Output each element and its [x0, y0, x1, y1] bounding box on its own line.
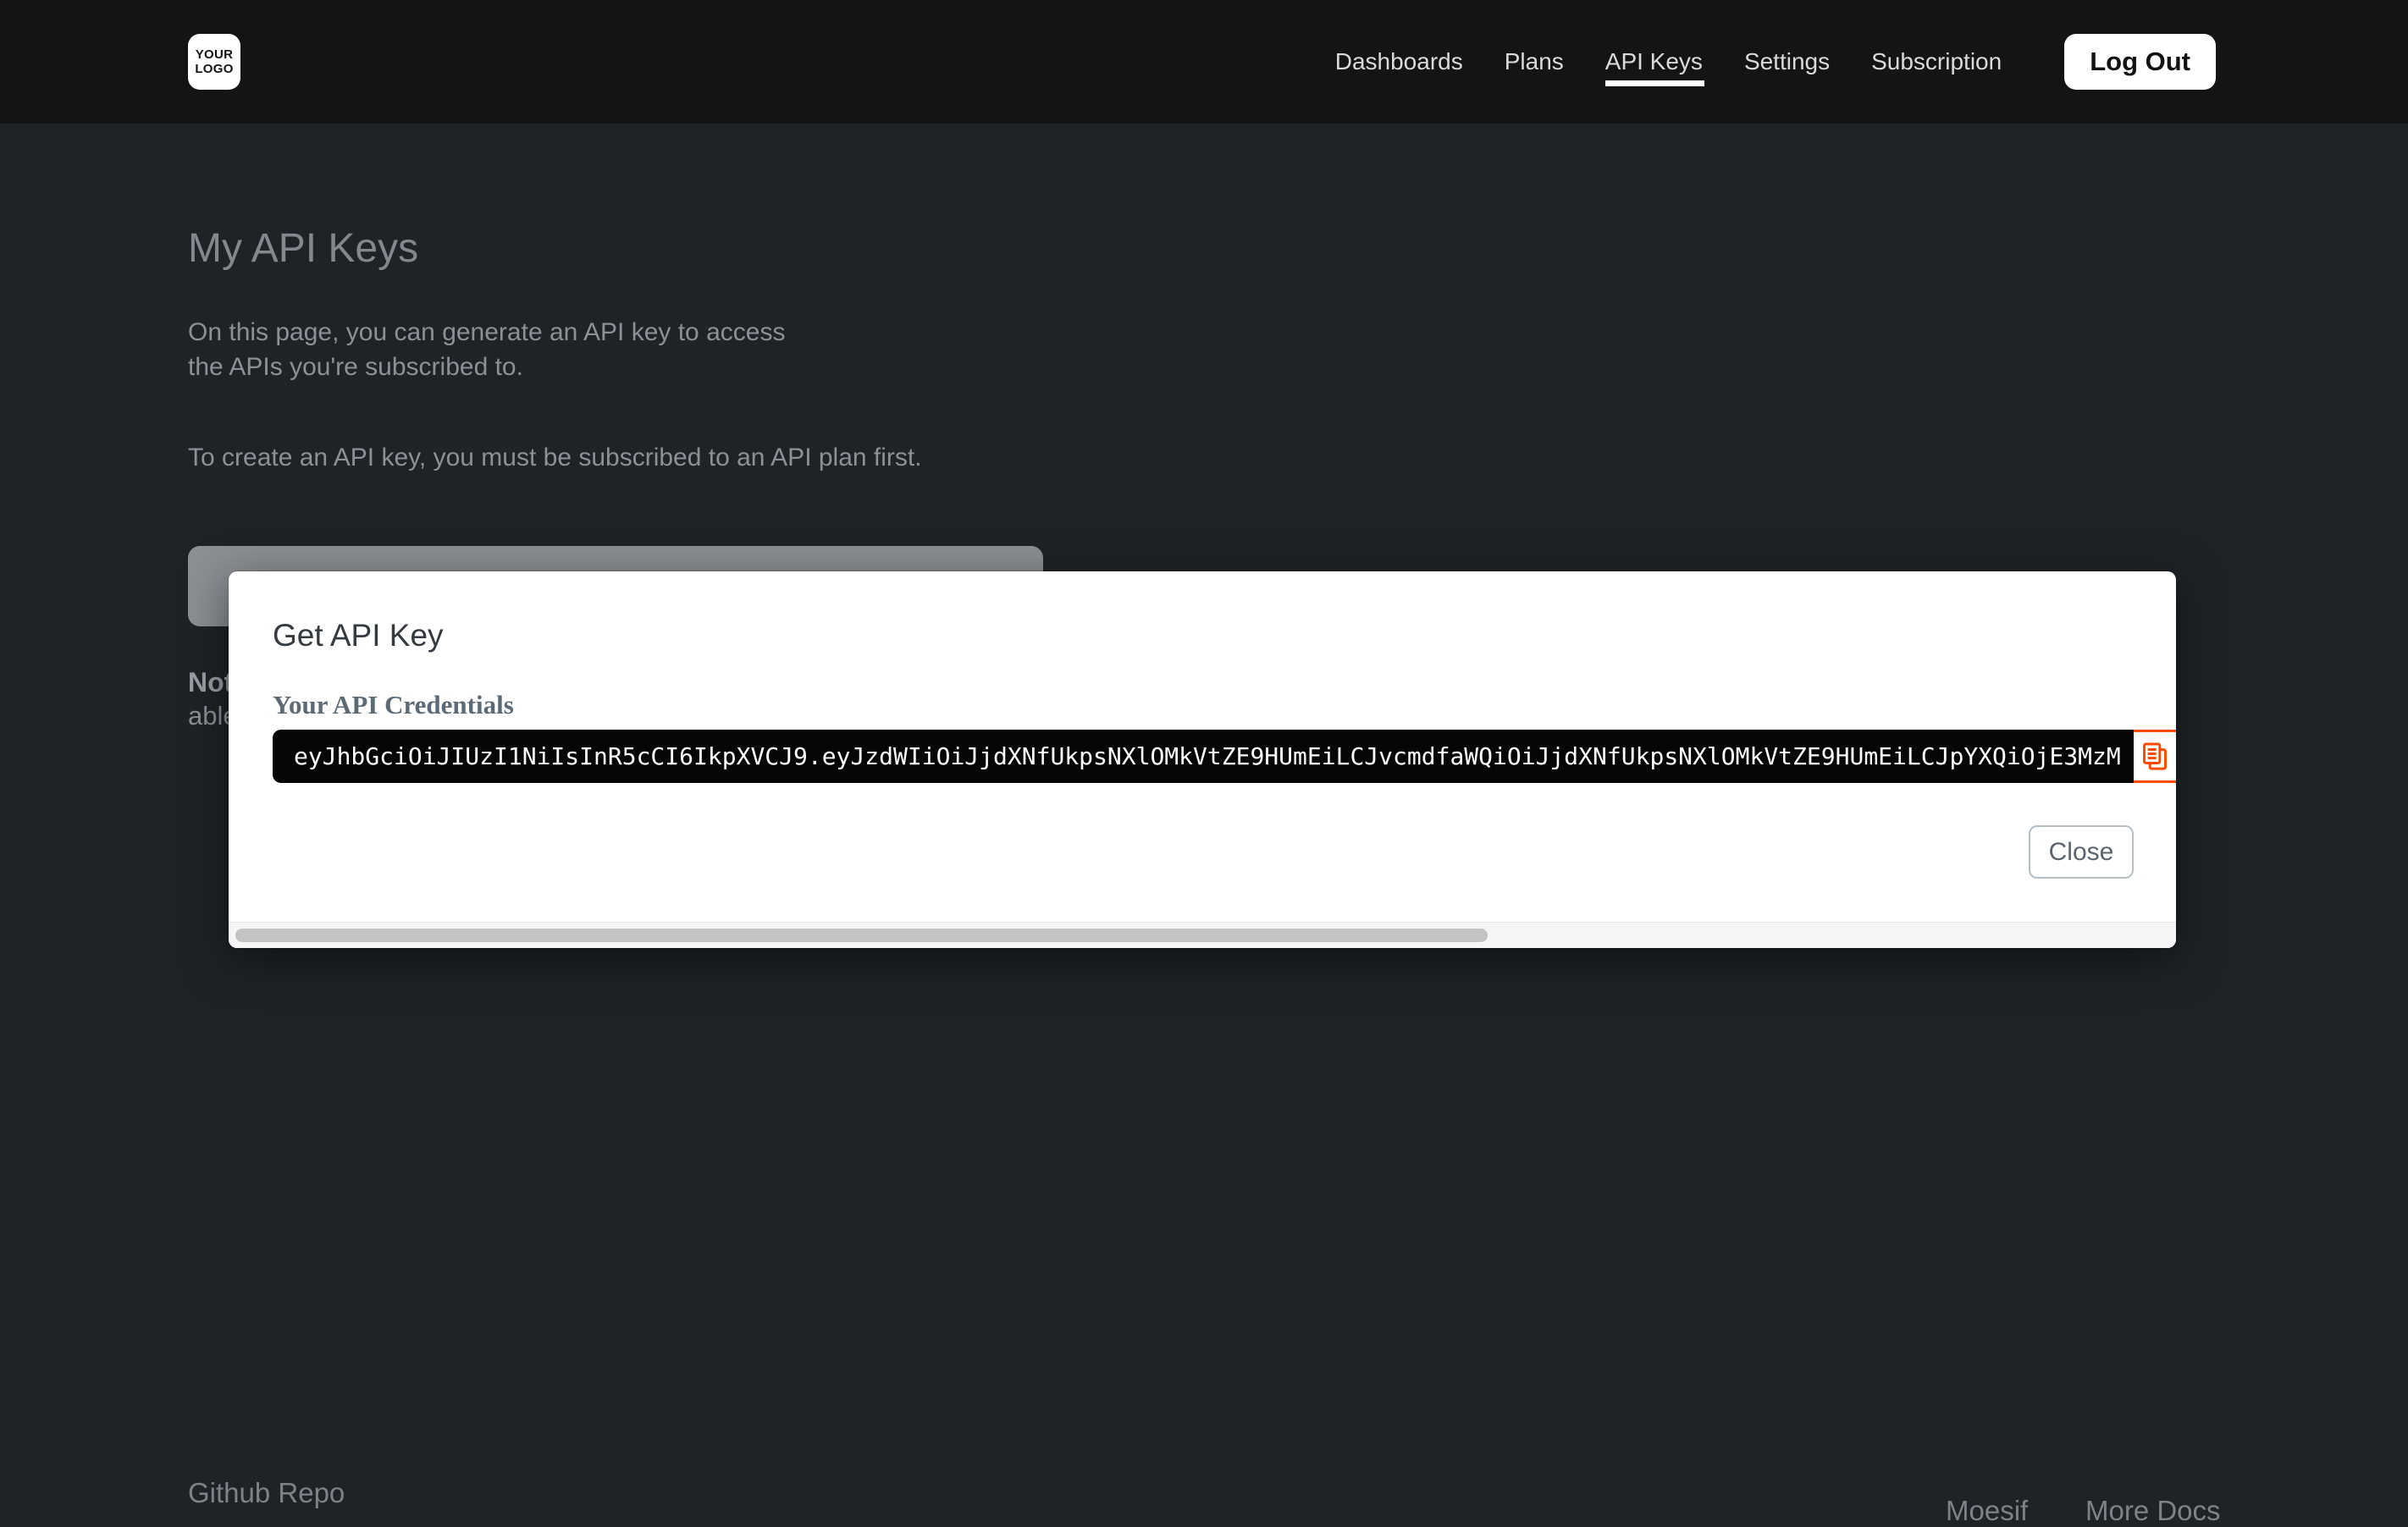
- api-key-value[interactable]: eyJhbGciOiJIUzI1NiIsInR5cCI6IkpXVCJ9.eyJ…: [273, 730, 2134, 783]
- copy-icon: [2138, 739, 2172, 775]
- nav-links: Dashboards Plans API Keys Settings Subsc…: [1335, 34, 2216, 90]
- horizontal-scrollbar-thumb[interactable]: [235, 929, 1488, 942]
- nav-item-subscription[interactable]: Subscription: [1871, 48, 2002, 75]
- covered-note-line1: Not: [188, 667, 233, 698]
- nav-item-dashboards[interactable]: Dashboards: [1335, 48, 1463, 75]
- intro-text: On this page, you can generate an API ke…: [188, 315, 785, 384]
- brand-logo-line1: YOUR: [196, 47, 234, 62]
- modal-title: Get API Key: [273, 619, 444, 653]
- top-navbar: YOUR LOGO Dashboards Plans API Keys Sett…: [0, 0, 2408, 124]
- page-title: My API Keys: [188, 225, 418, 273]
- api-credentials-label: Your API Credentials: [273, 690, 514, 720]
- api-key-row: eyJhbGciOiJIUzI1NiIsInR5cCI6IkpXVCJ9.eyJ…: [273, 730, 2176, 783]
- intro-text-line2: the APIs you're subscribed to.: [188, 350, 785, 384]
- copy-api-key-button[interactable]: [2134, 730, 2176, 783]
- nav-item-plans[interactable]: Plans: [1505, 48, 1564, 75]
- footer-link-more-docs[interactable]: More Docs: [2085, 1495, 2221, 1527]
- nav-item-api-keys[interactable]: API Keys: [1605, 48, 1703, 75]
- brand-logo[interactable]: YOUR LOGO: [188, 34, 240, 90]
- nav-item-settings[interactable]: Settings: [1744, 48, 1830, 75]
- brand-logo-line2: LOGO: [195, 62, 233, 76]
- get-api-key-modal: Get API Key Your API Credentials eyJhbGc…: [229, 571, 2176, 948]
- modal-close-button[interactable]: Close: [2029, 825, 2134, 879]
- horizontal-scrollbar-track[interactable]: [229, 922, 2176, 948]
- intro-text-line1: On this page, you can generate an API ke…: [188, 315, 785, 350]
- logout-button[interactable]: Log Out: [2064, 34, 2216, 90]
- footer-link-github-repo[interactable]: Github Repo: [188, 1477, 345, 1509]
- footer-link-moesif[interactable]: Moesif: [1946, 1495, 2028, 1527]
- subscribe-note: To create an API key, you must be subscr…: [188, 444, 922, 472]
